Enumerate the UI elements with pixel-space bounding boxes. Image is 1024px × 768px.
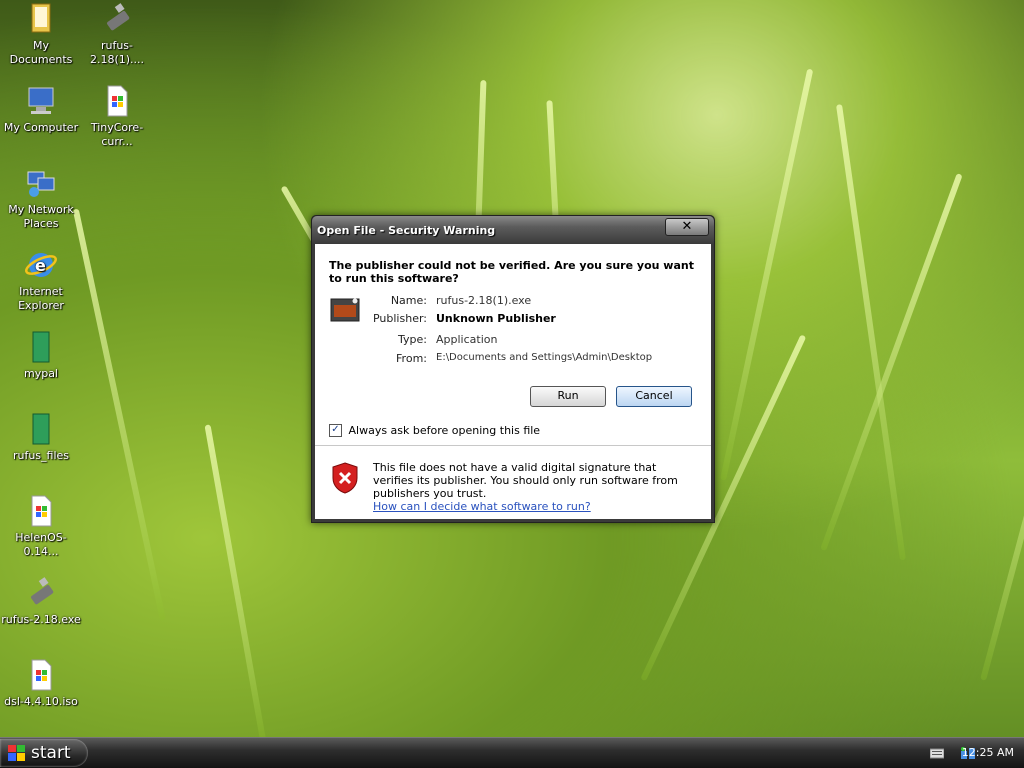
desktop-icon-my-network-places[interactable]: My Network Places [0,166,82,231]
windows-file-icon [31,659,52,691]
desktop-icon-label: My Network Places [8,203,74,230]
network-places-icon [27,171,55,197]
type-value: Application [436,333,498,346]
desktop-icon-rufus-files[interactable]: rufus_files [0,412,82,463]
desktop-icon-label: My Documents [9,39,73,66]
windows-file-icon [107,85,128,117]
cancel-button[interactable]: Cancel [616,386,692,407]
desktop-icon-my-computer[interactable]: My Computer [0,84,82,135]
run-button[interactable]: Run [530,386,606,407]
green-folder-icon [32,413,50,445]
desktop-icon-tinycore[interactable]: TinyCore-curr... [76,84,158,149]
from-label: From: [396,352,427,365]
name-label: Name: [390,294,427,307]
my-computer-icon [28,87,54,114]
desktop-icon-label: HelenOS-0.14... [15,531,67,558]
desktop-icon-label: Internet Explorer [18,285,64,312]
warning-headline: The publisher could not be verified. Are… [329,259,694,285]
info-area: This file does not have a valid digital … [315,445,711,519]
dialog-titlebar[interactable]: Open File - Security Warning ✕ [312,216,714,243]
close-button[interactable]: ✕ [665,218,709,236]
desktop-icon-label: My Computer [3,121,79,134]
warning-text: This file does not have a valid digital … [373,461,678,500]
always-ask-checkbox-row[interactable]: ✓ Always ask before opening this file [329,423,540,437]
desktop-icon-label: dsl-4.4.10.iso [4,695,78,708]
dialog-title: Open File - Security Warning [317,224,496,237]
keyboard-icon[interactable] [930,747,944,759]
shield-error-icon [332,462,358,494]
internet-explorer-icon: e [25,253,57,277]
desktop-icon-label: TinyCore-curr... [90,121,144,148]
my-documents-icon [31,3,51,33]
publisher-label: Publisher: [372,312,427,325]
desktop-icon-dsl[interactable]: dsl-4.4.10.iso [0,658,82,709]
desktop-icon-internet-explorer[interactable]: e Internet Explorer [0,248,82,313]
always-ask-checkbox[interactable]: ✓ [329,423,342,437]
desktop-icon-mypal[interactable]: mypal [0,330,82,381]
publisher-value: Unknown Publisher [436,312,556,325]
always-ask-label: Always ask before opening this file [348,423,541,437]
desktop-icon-label: mypal [23,367,58,380]
system-tray: 12:25 AM [904,738,1024,768]
start-button[interactable]: start [0,739,88,767]
security-warning-dialog: Open File - Security Warning ✕ The publi… [311,215,715,523]
usb-drive-icon [31,577,54,605]
desktop-icon-helenos[interactable]: HelenOS-0.14... [0,494,82,559]
usb-drive-icon [107,3,130,31]
desktop-icon-label: rufus-2.18.exe [1,613,81,626]
taskbar: start 12:25 AM [0,737,1024,768]
green-folder-icon [32,331,50,363]
from-value: E:\Documents and Settings\Admin\Desktop [436,352,653,363]
svg-text:e: e [35,256,46,275]
dialog-body: The publisher could not be verified. Are… [315,244,711,519]
desktop-icon-label: rufus_files [12,449,70,462]
clock[interactable]: 12:25 AM [962,746,1014,759]
desktop-icon-my-documents[interactable]: My Documents [0,2,82,67]
type-label: Type: [398,333,427,346]
windows-file-icon [31,495,52,527]
windows-flag-icon [8,745,25,761]
help-link[interactable]: How can I decide what software to run? [373,500,693,513]
desktop-icon-label: rufus-2.18(1).... [89,39,145,66]
start-label: start [31,743,71,763]
desktop-icon-rufus-2[interactable]: rufus-2.18.exe [0,576,82,627]
warning-message: This file does not have a valid digital … [373,461,693,513]
name-value: rufus-2.18(1).exe [436,294,532,307]
desktop-icon-rufus-1[interactable]: rufus-2.18(1).... [76,2,158,67]
